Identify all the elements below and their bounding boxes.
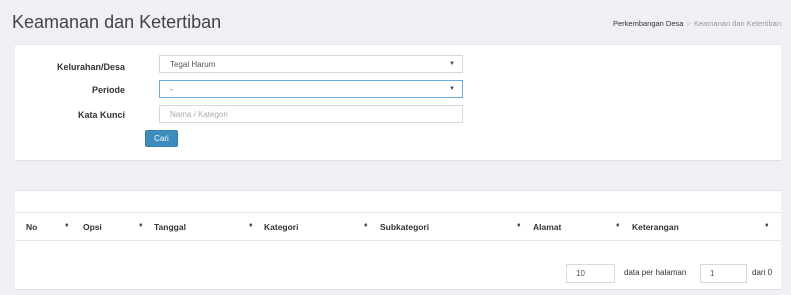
periode-selected-value: - (170, 84, 173, 94)
kelurahan-select[interactable]: Tegal Harum ▼ (159, 55, 463, 73)
kelurahan-selected-value: Tegal Harum (170, 59, 216, 69)
kata-kunci-placeholder: Nama / Kategori (170, 109, 228, 119)
kelurahan-label: Kelurahan/Desa (56, 62, 125, 72)
sort-icon[interactable]: ♦ (364, 222, 368, 229)
kata-kunci-input[interactable]: Nama / Kategori (159, 105, 463, 123)
column-header-no[interactable]: No (26, 222, 37, 232)
sort-icon[interactable]: ♦ (517, 222, 521, 229)
column-header-opsi[interactable]: Opsi (83, 222, 102, 232)
breadcrumb-separator: > (686, 19, 691, 28)
sort-icon[interactable]: ♦ (616, 222, 620, 229)
content-header: Keamanan dan Ketertiban Perkembangan Des… (0, 0, 791, 44)
kata-kunci-label: Kata Kunci (77, 110, 125, 120)
table-header: No ♦ Opsi ♦ Tanggal ♦ Kategori ♦ Subkate… (15, 212, 781, 241)
per-page-label: data per halaman (624, 268, 687, 277)
caret-down-icon: ▼ (449, 86, 455, 92)
page-title: Keamanan dan Ketertiban (12, 12, 222, 32)
periode-select[interactable]: - ▼ (159, 80, 463, 98)
filter-panel: Kelurahan/Desa Tegal Harum ▼ Periode - ▼… (15, 44, 781, 161)
sort-icon[interactable]: ♦ (65, 222, 69, 229)
column-header-kategori[interactable]: Kategori (264, 222, 298, 232)
data-table-panel: No ♦ Opsi ♦ Tanggal ♦ Kategori ♦ Subkate… (15, 190, 781, 290)
sort-icon[interactable]: ♦ (249, 222, 253, 229)
column-header-tanggal[interactable]: Tanggal (154, 222, 186, 232)
breadcrumb: Perkembangan Desa > Keamanan dan Keterti… (613, 19, 781, 28)
sort-icon[interactable]: ♦ (139, 222, 143, 229)
sort-icon[interactable]: ♦ (765, 222, 769, 229)
cari-button[interactable]: Cari (145, 130, 178, 147)
column-header-alamat[interactable]: Alamat (533, 222, 561, 232)
caret-down-icon: ▼ (449, 61, 455, 67)
total-pages-label: dari 0 (752, 268, 773, 277)
per-page-input[interactable]: 10 (566, 264, 615, 283)
column-header-subkategori[interactable]: Subkategori (380, 222, 429, 232)
breadcrumb-link-perkembangan-desa[interactable]: Perkembangan Desa (613, 19, 683, 28)
column-header-keterangan[interactable]: Keterangan (632, 222, 679, 232)
periode-label: Periode (91, 85, 125, 95)
page-number-input[interactable]: 1 (700, 264, 747, 283)
breadcrumb-current: Keamanan dan Ketertiban (693, 19, 781, 28)
